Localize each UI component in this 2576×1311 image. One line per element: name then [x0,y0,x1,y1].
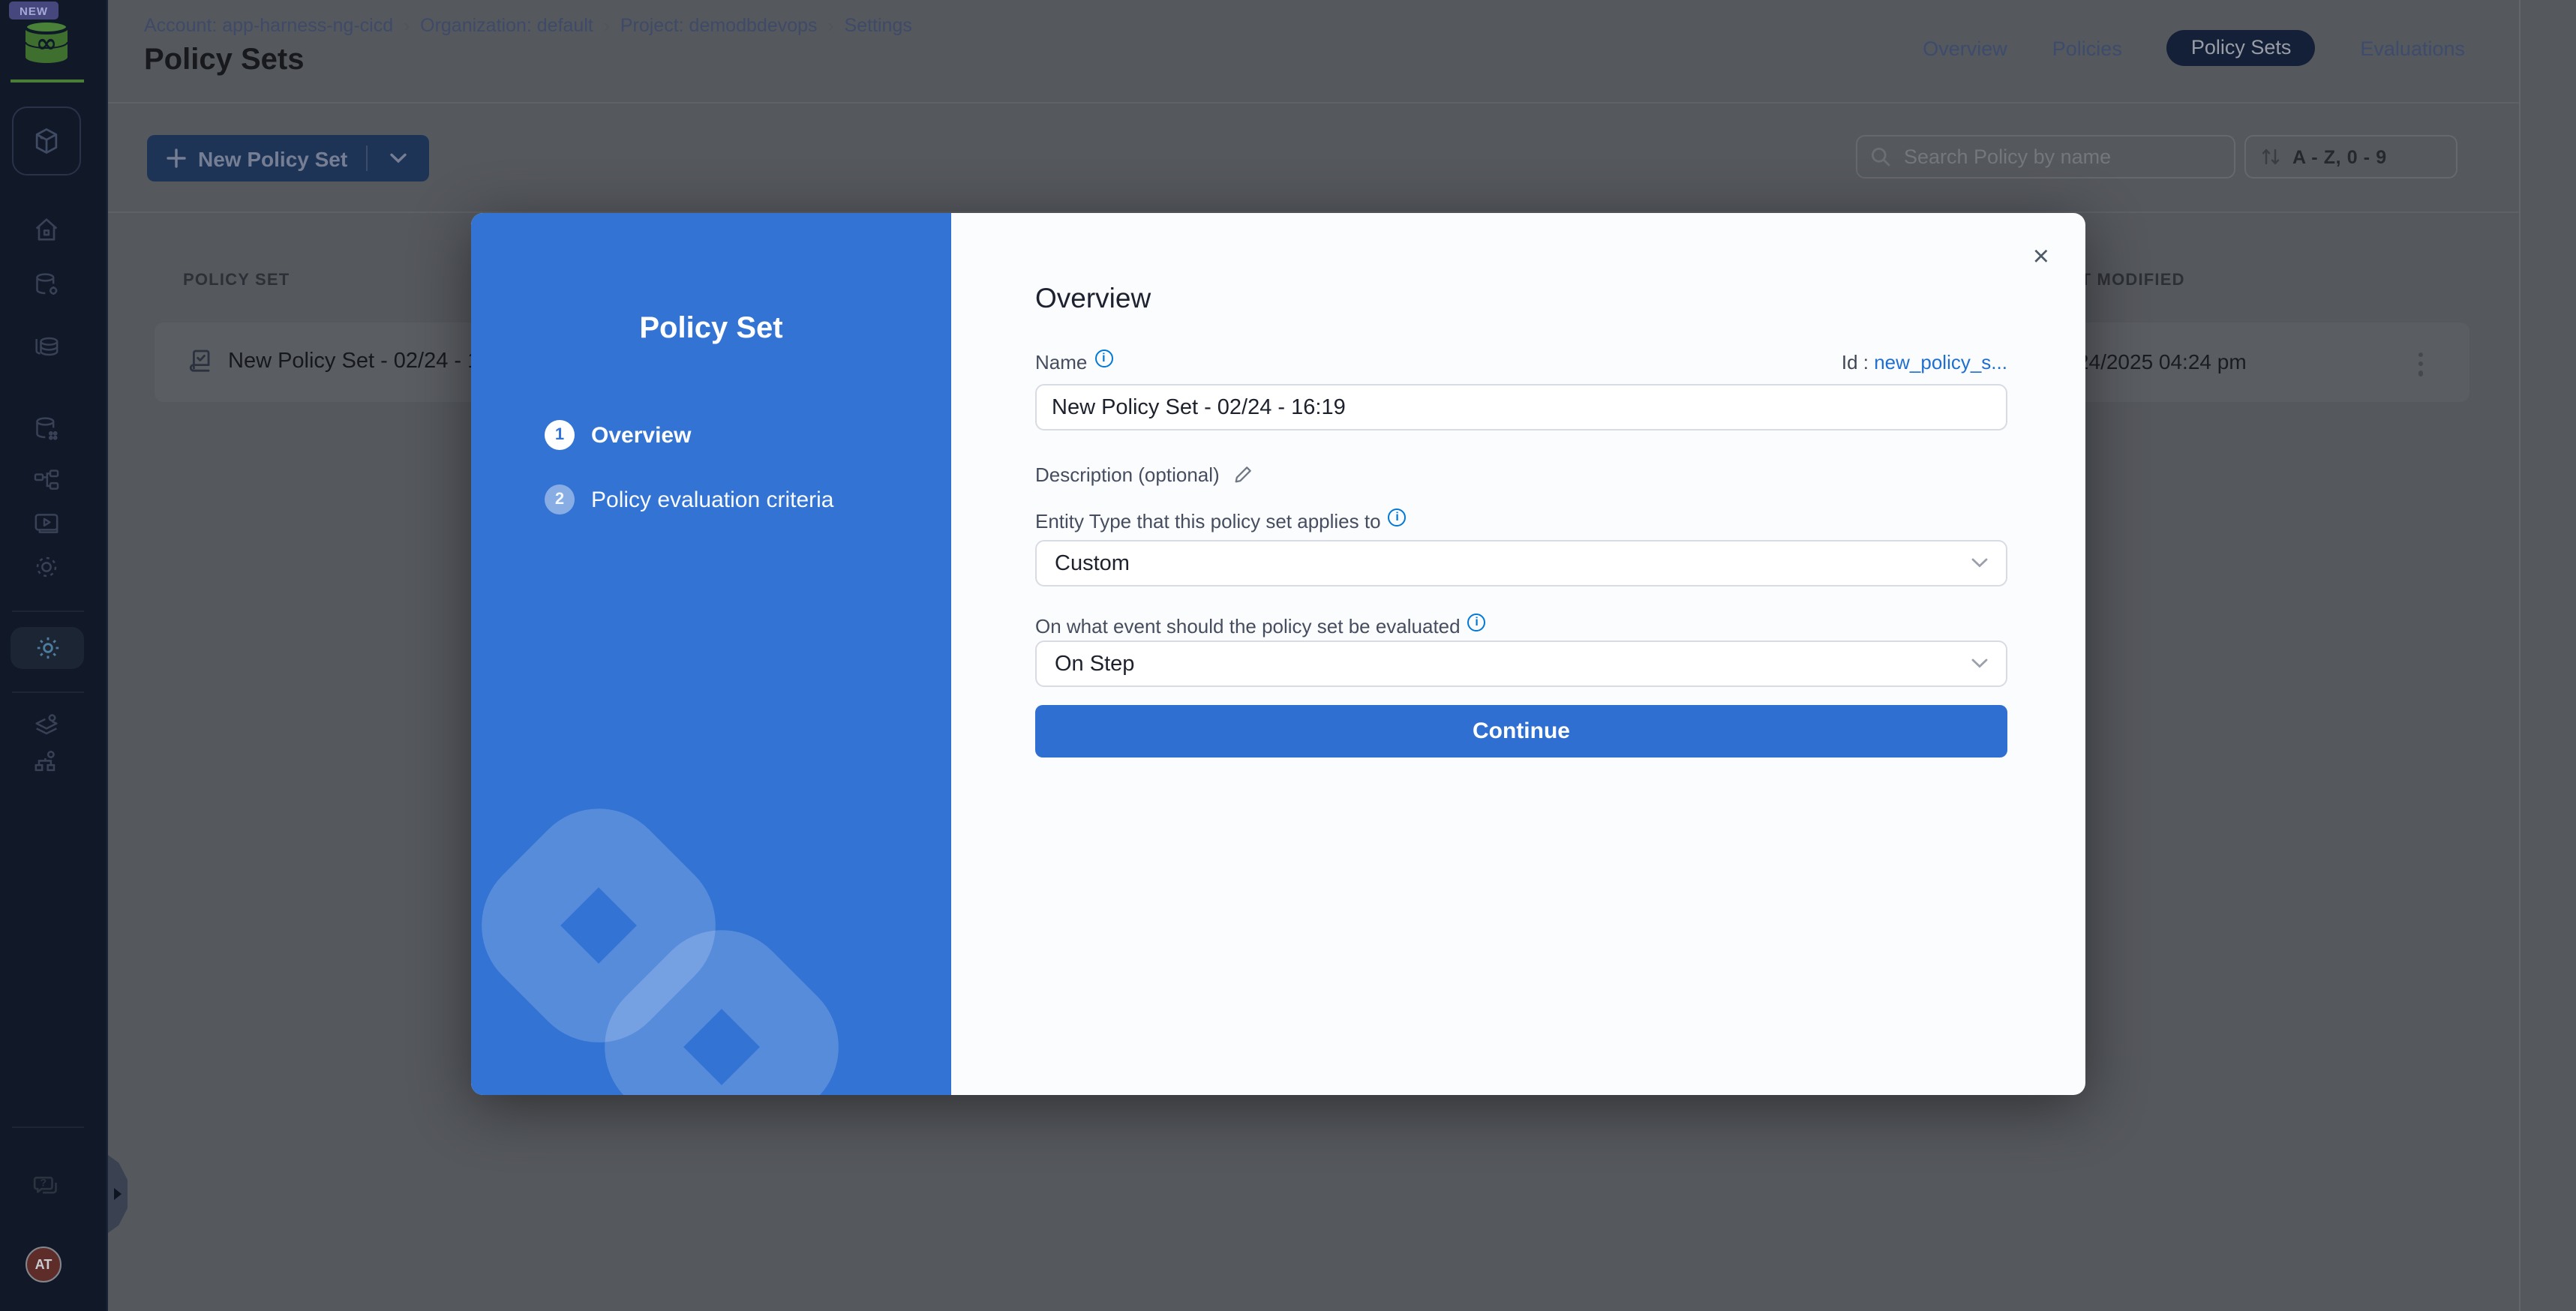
event-value: On Step [1055,652,1134,676]
entity-type-select[interactable]: Custom [1035,540,2007,586]
name-label-row: Name i [1035,351,1112,374]
edit-pencil-icon[interactable] [1233,465,1253,484]
event-label: On what event should the policy set be e… [1035,615,1461,638]
wizard-panel: Policy Set 1 Overview 2 Policy evaluatio… [471,213,951,1095]
name-input[interactable] [1035,384,2007,430]
chevron-down-icon [1971,658,1988,669]
chevron-down-icon [1971,558,1988,568]
info-icon[interactable]: i [1094,349,1112,367]
continue-button[interactable]: Continue [1035,705,2007,758]
id-link[interactable]: new_policy_s... [1874,351,2007,374]
entity-type-value: Custom [1055,551,1130,575]
harness-logo-watermark [471,213,951,1095]
description-label: Description (optional) [1035,464,1220,486]
entity-id: Id : new_policy_s... [1842,351,2007,374]
id-prefix: Id : [1842,351,1874,374]
description-row: Description (optional) [1035,464,1253,486]
info-icon[interactable]: i [1468,613,1486,631]
event-label-row: On what event should the policy set be e… [1035,615,1486,638]
name-label: Name [1035,351,1087,374]
event-select[interactable]: On Step [1035,640,2007,687]
app-window: Account: app-harness-ng-cicd › Organizat… [0,0,2576,1311]
entity-type-label: Entity Type that this policy set applies… [1035,510,1381,532]
info-icon[interactable]: i [1389,508,1407,526]
policy-set-wizard-modal: Policy Set 1 Overview 2 Policy evaluatio… [471,213,2085,1095]
close-icon[interactable]: × [2033,243,2049,272]
modal-heading: Overview [1035,282,1151,315]
entity-type-label-row: Entity Type that this policy set applies… [1035,510,1407,532]
